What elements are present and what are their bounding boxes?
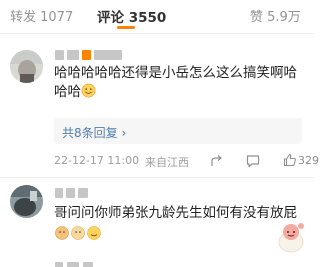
comment-divider bbox=[0, 177, 314, 178]
comment-icon[interactable] bbox=[246, 154, 260, 168]
like-icon[interactable] bbox=[283, 153, 297, 167]
comment-text: 哈哈哈哈哈还得是小岳怎么这么搞笑啊哈 哈哈 bbox=[54, 64, 297, 102]
comment-tabs: 转发 1077 评论 3550 赞 5.9万 bbox=[0, 0, 314, 33]
view-replies-link[interactable]: 共8条回复 › bbox=[62, 124, 126, 141]
avatar[interactable] bbox=[10, 185, 43, 218]
active-tab-indicator bbox=[117, 26, 135, 29]
comment-text-line: 哈哈 bbox=[54, 84, 81, 100]
smile-emoji-icon bbox=[81, 83, 96, 98]
comment-text-line: 哈哈哈哈哈还得是小岳怎么这么搞笑啊哈 bbox=[54, 65, 297, 81]
comment-date-time: 22-12-17 11:00 bbox=[54, 154, 140, 167]
emoji-row-icon bbox=[55, 226, 101, 240]
tab-likes[interactable]: 赞 5.9万 bbox=[250, 6, 301, 25]
tabs-divider bbox=[0, 33, 314, 34]
comment-text: 哥问问你师弟张九龄先生如何有没有放屁 bbox=[54, 205, 297, 221]
comment-emoji-row bbox=[54, 225, 104, 241]
comment-location: 来自江西 bbox=[145, 156, 189, 169]
tab-repost[interactable]: 转发 1077 bbox=[10, 6, 73, 25]
share-icon[interactable] bbox=[210, 154, 224, 168]
avatar[interactable] bbox=[10, 50, 43, 83]
like-count: 329 bbox=[298, 154, 319, 167]
replies-box[interactable]: 共8条回复 › bbox=[54, 118, 302, 144]
tab-comments[interactable]: 评论 3550 bbox=[97, 6, 166, 26]
sticker-image bbox=[276, 220, 306, 254]
